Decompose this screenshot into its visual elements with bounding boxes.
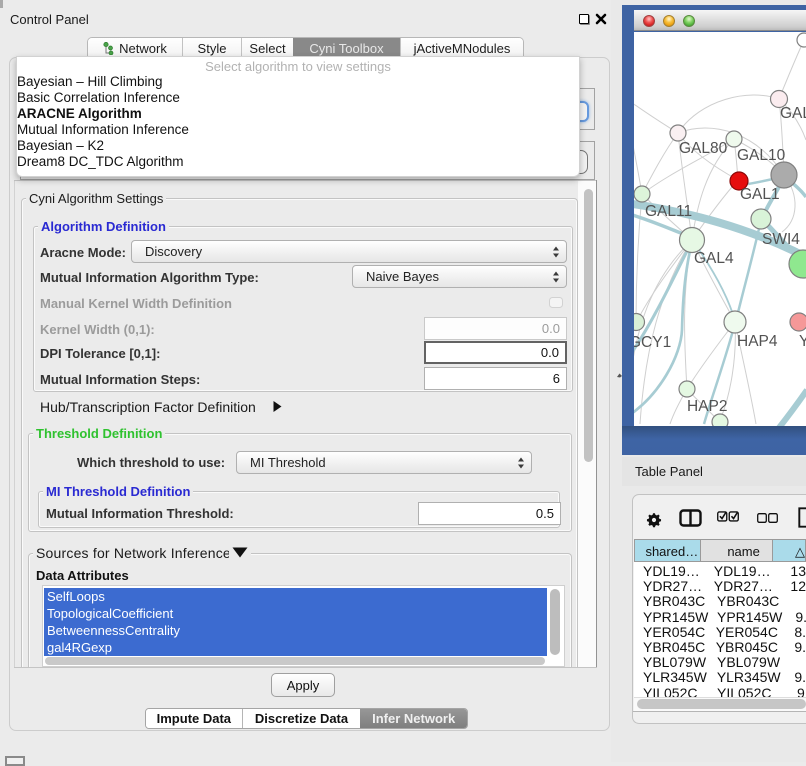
svg-text:GAL80: GAL80 — [679, 140, 728, 157]
svg-text:GAL4: GAL4 — [694, 250, 734, 267]
svg-text:GAL: GAL — [780, 105, 806, 122]
svg-text:HAP2: HAP2 — [687, 398, 728, 415]
svg-text:GCY1: GCY1 — [634, 334, 671, 351]
svg-text:Y: Y — [799, 333, 806, 350]
svg-text:GAL11: GAL11 — [645, 203, 692, 220]
svg-text:HAP4: HAP4 — [737, 333, 778, 350]
svg-text:SWI4: SWI4 — [762, 231, 800, 248]
svg-text:GAL1: GAL1 — [740, 186, 780, 203]
svg-text:GAL10: GAL10 — [737, 147, 786, 164]
